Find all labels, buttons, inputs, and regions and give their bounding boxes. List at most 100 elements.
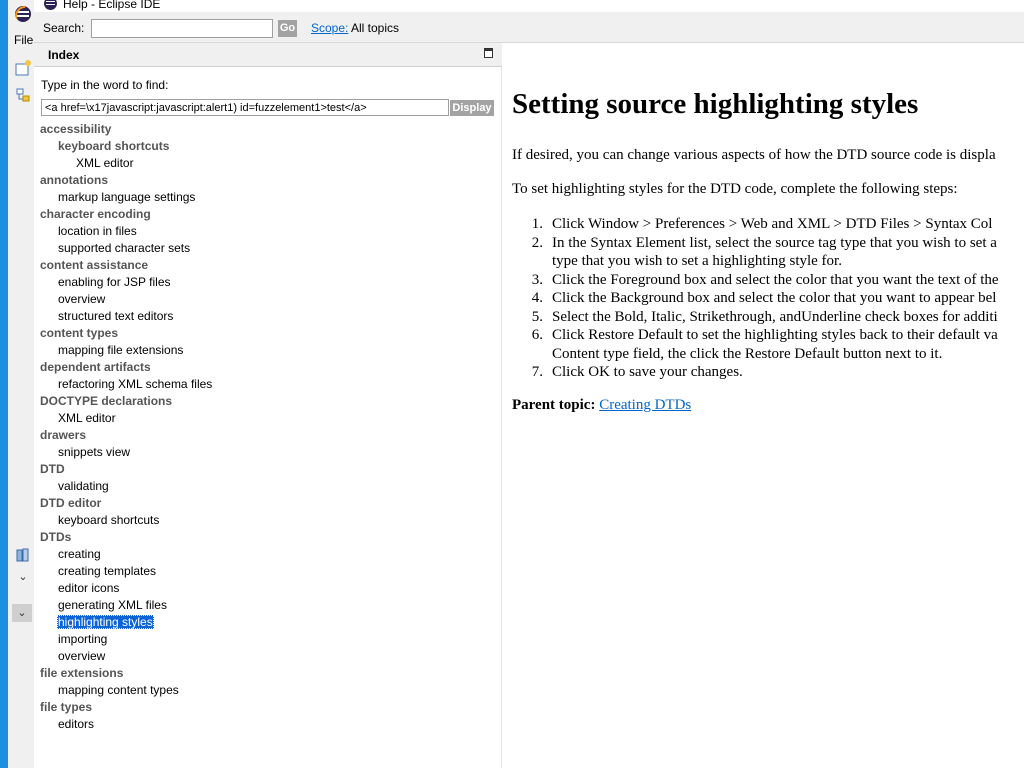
index-entry[interactable]: mapping file extensions [57,343,184,360]
index-entry[interactable]: enabling for JSP files [57,275,172,292]
index-entry-label: keyboard shortcuts [58,513,160,527]
index-entry-label: file types [40,700,93,714]
index-entry[interactable]: generating XML files [57,598,168,615]
index-entry[interactable]: snippets view [57,445,131,462]
step-number: 1. [531,216,543,232]
parent-topic-label: Parent topic: [512,397,596,413]
step-text: type that you wish to set a highlighting… [552,253,842,269]
index-category[interactable]: dependent artifacts [39,360,152,377]
new-file-icon[interactable] [14,59,32,77]
step-text: In the Syntax Element list, select the s… [552,234,997,251]
step-text: Click Window > Preferences > Web and XML… [552,216,993,232]
index-entry-label: refactoring XML schema files [58,377,213,391]
content-pane: Setting source highlighting styles If de… [503,67,1024,768]
index-entry-label: dependent artifacts [40,360,151,374]
index-category[interactable]: character encoding [39,207,152,224]
index-entry[interactable]: keyboard shortcuts [57,513,160,530]
index-entry[interactable]: structured text editors [57,309,174,326]
step-text: Click the Foreground box and select the … [552,271,999,288]
index-search-input[interactable] [41,99,449,116]
index-entry-label: generating XML files [58,598,167,612]
window-title: Help - Eclipse IDE [63,0,161,11]
index-entry[interactable]: keyboard shortcuts [57,139,170,156]
chevron-down-icon[interactable]: ⌄ [12,604,32,622]
index-entry-label: markup language settings [58,190,196,204]
help-window: Help - Eclipse IDE Search: Go Scope: All… [34,0,1024,768]
index-entry-label: location in files [58,224,137,238]
parent-topic-link[interactable]: Creating DTDs [599,397,691,413]
index-entry-label: file extensions [40,666,124,680]
index-entry-label: DTD [40,462,65,476]
desktop-wallpaper-strip [0,0,8,768]
step-number: 5. [531,308,543,325]
index-entry[interactable]: XML editor [75,156,135,173]
index-entry-label: character encoding [40,207,151,221]
index-entry-label: annotations [40,173,108,187]
index-category[interactable]: content assistance [39,258,149,275]
index-entry-label: importing [58,632,108,646]
step-number: 4. [531,290,543,306]
step-number: 3. [531,271,543,288]
index-entry[interactable]: supported character sets [57,241,191,258]
index-entry-label: validating [58,479,109,493]
index-entry-label: structured text editors [58,309,174,323]
index-entry-label: creating templates [58,564,157,578]
index-category[interactable]: accessibility [39,122,112,139]
step-text: Click Restore Default to set the highlig… [552,327,998,343]
index-entry-label: DOCTYPE declarations [40,394,173,408]
index-entry-label: content assistance [40,258,149,272]
index-entry[interactable]: location in files [57,224,138,241]
scope-value: All topics [351,21,400,35]
step-text: Select the Bold, Italic, Strikethrough, … [552,308,998,325]
index-category[interactable]: file types [39,700,93,717]
index-entry[interactable]: importing [57,632,108,649]
index-category[interactable]: drawers [39,428,87,445]
steps-intro-paragraph: To set highlighting styles for the DTD c… [512,181,958,197]
index-entry[interactable]: creating templates [57,564,157,581]
display-button[interactable]: Display [450,100,494,116]
index-entry[interactable]: editors [57,717,95,734]
search-bar: Search: Go Scope: All topics [34,12,1024,43]
index-entry-label: drawers [40,428,87,442]
index-entry[interactable]: markup language settings [57,190,196,207]
go-button[interactable]: Go [278,20,297,37]
index-entry-label: enabling for JSP files [58,275,171,289]
step-text: Click OK to save your changes. [552,364,743,380]
index-entry-label: editors [58,717,95,731]
index-category[interactable]: DTD editor [39,496,102,513]
index-category[interactable]: file extensions [39,666,124,683]
search-input[interactable] [91,19,273,38]
index-entry-label: supported character sets [58,241,191,255]
index-category[interactable]: DOCTYPE declarations [39,394,173,411]
index-entry[interactable]: XML editor [57,411,117,428]
index-entry-label: overview [58,292,106,306]
scope-link[interactable]: Scope: [311,21,348,35]
index-entry-label: XML editor [58,411,116,425]
tree-view-icon[interactable] [14,87,32,105]
background-file-menu[interactable]: File [14,33,33,47]
index-category[interactable]: DTD [39,462,66,479]
eclipse-app-icon [15,6,31,22]
index-entry-label: highlighting styles [57,615,154,629]
index-entry[interactable]: highlighting styles [57,615,154,632]
index-entry[interactable]: refactoring XML schema files [57,377,213,394]
index-entry[interactable]: overview [57,292,106,309]
chevron-down-icon[interactable]: ⌄ [14,570,32,584]
step-text: Content type field, the click the Restor… [552,345,943,362]
index-category[interactable]: content types [39,326,119,343]
index-header: Index [34,43,502,67]
index-category[interactable]: annotations [39,173,109,190]
index-entry-label: DTD editor [40,496,102,510]
index-entry[interactable]: editor icons [57,581,120,598]
library-icon[interactable] [14,546,32,564]
index-entry[interactable]: mapping content types [57,683,180,700]
index-entry[interactable]: creating [57,547,102,564]
index-entry[interactable]: overview [57,649,106,666]
intro-paragraph: If desired, you can change various aspec… [512,147,996,163]
index-category[interactable]: DTDs [39,530,72,547]
index-entry-label: mapping content types [58,683,179,697]
index-entry-label: overview [58,649,106,663]
index-entry[interactable]: validating [57,479,110,496]
step-number: 2. [531,234,543,251]
maximize-icon[interactable] [484,48,493,58]
